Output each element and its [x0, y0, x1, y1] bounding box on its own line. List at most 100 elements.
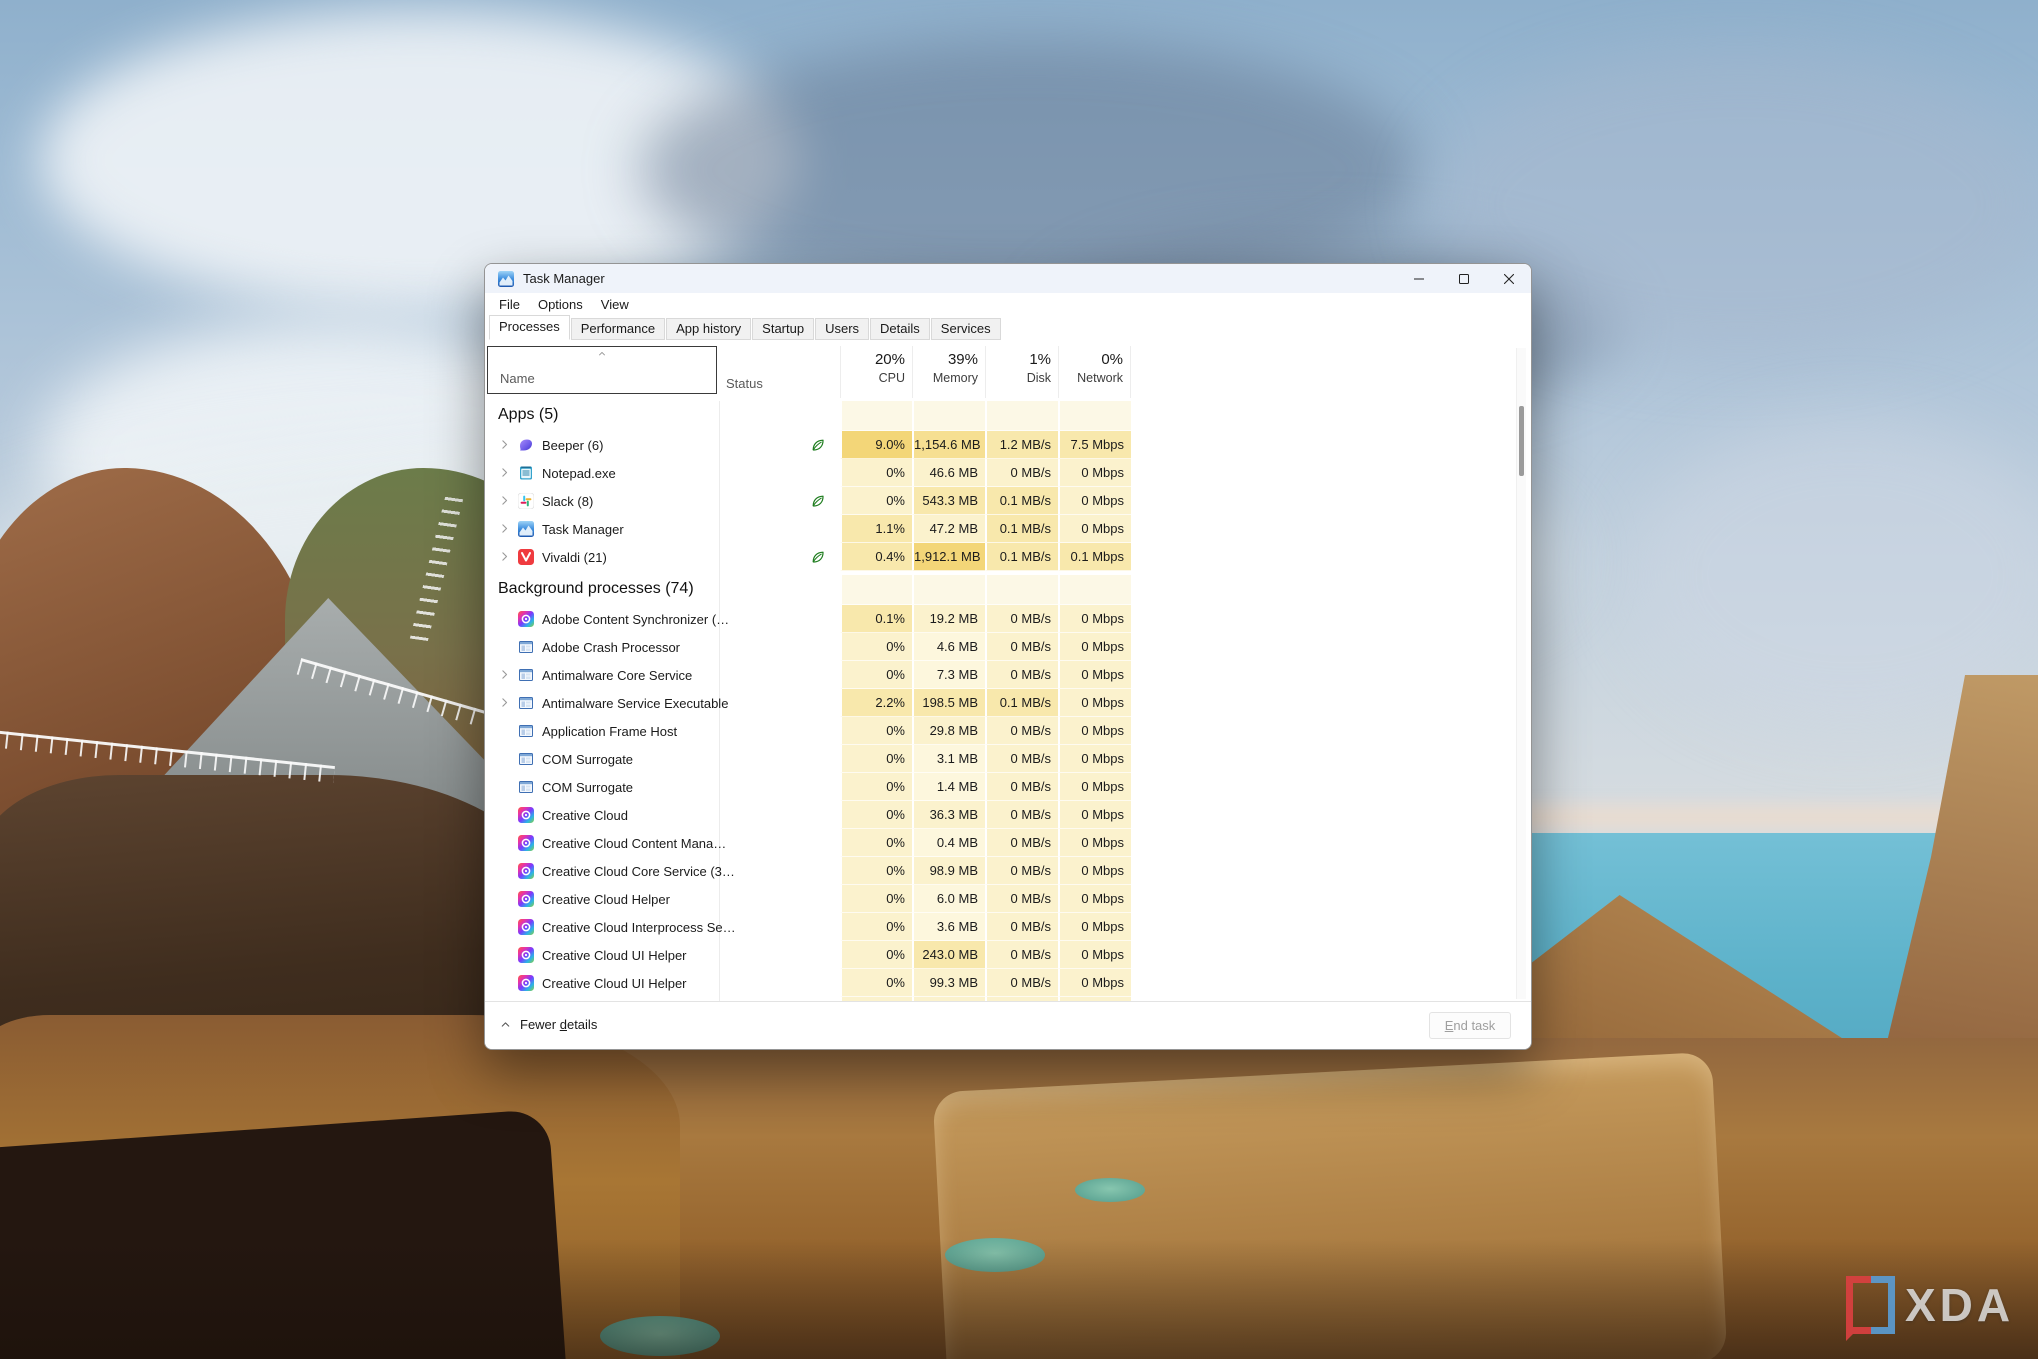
disk-cell: 1.2 MB/s — [985, 431, 1058, 459]
expand-chevron-icon[interactable] — [498, 696, 511, 709]
process-row[interactable]: Antimalware Core Service0%7.3 MB0 MB/s0 … — [485, 661, 1531, 689]
network-cell: 0 Mbps — [1058, 857, 1131, 885]
generic-icon — [518, 751, 534, 767]
cpu-cell — [840, 401, 912, 431]
network-cell — [1058, 401, 1131, 431]
total-network-percent: 0% — [1059, 351, 1123, 368]
process-name: Creative Cloud — [542, 808, 628, 823]
scrollbar-thumb[interactable] — [1519, 406, 1524, 476]
cpu-cell: 0.1% — [840, 605, 912, 633]
process-row[interactable]: Creative Cloud Core Service (3…0%98.9 MB… — [485, 857, 1531, 885]
cpu-cell: 0% — [840, 633, 912, 661]
close-button[interactable] — [1486, 264, 1531, 293]
tab-performance[interactable]: Performance — [571, 318, 665, 340]
network-column-label: Network — [1059, 371, 1123, 385]
tab-processes[interactable]: Processes — [489, 315, 570, 340]
eco-leaf-icon — [810, 493, 826, 509]
cc-icon — [518, 975, 534, 991]
minimize-button[interactable] — [1396, 264, 1441, 293]
cpu-column-label: CPU — [841, 371, 905, 385]
process-row[interactable]: Creative Cloud Interprocess Se…0%3.6 MB0… — [485, 913, 1531, 941]
network-cell: 0 Mbps — [1058, 885, 1131, 913]
expand-chevron-icon[interactable] — [498, 550, 511, 563]
slack-icon — [518, 493, 534, 509]
notepad-icon — [518, 465, 534, 481]
menu-item-options[interactable]: Options — [529, 295, 592, 314]
expand-chevron-icon[interactable] — [498, 522, 511, 535]
tab-details[interactable]: Details — [870, 318, 930, 340]
process-row[interactable]: Slack (8)0%543.3 MB0.1 MB/s0 Mbps — [485, 487, 1531, 515]
status-column-label[interactable]: Status — [726, 376, 763, 391]
section-label: Apps (5) — [498, 406, 558, 424]
menu-bar: FileOptionsView — [485, 293, 1531, 316]
tab-services[interactable]: Services — [931, 318, 1001, 340]
process-row[interactable]: Creative Cloud UI Helper0%99.3 MB0 MB/s0… — [485, 969, 1531, 997]
cpu-cell: 2.2% — [840, 689, 912, 717]
process-name: Creative Cloud Helper — [542, 892, 670, 907]
process-row[interactable]: Task Manager1.1%47.2 MB0.1 MB/s0 Mbps — [485, 515, 1531, 543]
process-row[interactable]: Adobe Crash Processor0%4.6 MB0 MB/s0 Mbp… — [485, 633, 1531, 661]
desktop: Task Manager FileOptionsView ProcessesPe… — [0, 0, 2038, 1359]
process-row[interactable]: Adobe Content Synchronizer (…0.1%19.2 MB… — [485, 605, 1531, 633]
process-row[interactable]: Application Frame Host0%29.8 MB0 MB/s0 M… — [485, 717, 1531, 745]
end-task-button[interactable]: End task — [1429, 1012, 1511, 1039]
section-header[interactable]: Apps (5) — [485, 401, 1531, 431]
memory-cell: 3.1 MB — [912, 745, 985, 773]
memory-cell: 1.4 MB — [912, 773, 985, 801]
tab-app-history[interactable]: App history — [666, 318, 751, 340]
network-cell: 0 Mbps — [1058, 745, 1131, 773]
process-row[interactable]: Antimalware Service Executable2.2%198.5 … — [485, 689, 1531, 717]
usage-cells: 0%46.6 MB0 MB/s0 Mbps — [840, 459, 1131, 487]
menu-item-view[interactable]: View — [592, 295, 638, 314]
disk-cell: 0 MB/s — [985, 661, 1058, 689]
expand-chevron-icon[interactable] — [498, 668, 511, 681]
process-row[interactable]: Beeper (6)9.0%1,154.6 MB1.2 MB/s7.5 Mbps — [485, 431, 1531, 459]
xda-watermark: XDA — [1846, 1276, 2014, 1334]
cc-icon — [518, 807, 534, 823]
usage-cells — [840, 401, 1131, 431]
process-row[interactable]: COM Surrogate0%3.1 MB0 MB/s0 Mbps — [485, 745, 1531, 773]
fewer-details-toggle[interactable]: Fewer details — [499, 1017, 597, 1032]
section-label: Background processes (74) — [498, 580, 694, 598]
process-row[interactable]: Creative Cloud0%36.3 MB0 MB/s0 Mbps — [485, 801, 1531, 829]
process-name: Slack (8) — [542, 494, 593, 509]
expand-chevron-icon[interactable] — [498, 438, 511, 451]
column-header-disk[interactable]: 1%Disk — [985, 346, 1058, 398]
process-name: Creative Cloud Content Mana… — [542, 836, 726, 851]
column-header-name[interactable]: Name — [487, 346, 717, 394]
tab-users[interactable]: Users — [815, 318, 869, 340]
expand-chevron-icon[interactable] — [498, 494, 511, 507]
process-row[interactable]: Vivaldi (21)0.4%1,912.1 MB0.1 MB/s0.1 Mb… — [485, 543, 1531, 571]
process-row[interactable]: Creative Cloud Content Mana…0%0.4 MB0 MB… — [485, 829, 1531, 857]
total-memory-percent: 39% — [913, 351, 978, 368]
title-bar[interactable]: Task Manager — [485, 264, 1531, 293]
network-cell: 0 Mbps — [1058, 459, 1131, 487]
column-header-memory[interactable]: 39%Memory — [912, 346, 985, 398]
bottom-shade — [0, 1239, 2038, 1359]
tab-startup[interactable]: Startup — [752, 318, 814, 340]
cpu-cell: 0% — [840, 773, 912, 801]
process-row[interactable]: COM Surrogate0%1.4 MB0 MB/s0 Mbps — [485, 773, 1531, 801]
expand-chevron-icon[interactable] — [498, 466, 511, 479]
memory-cell: 0.4 MB — [912, 829, 985, 857]
column-header-network[interactable]: 0% Network — [1058, 346, 1131, 398]
maximize-button[interactable] — [1441, 264, 1486, 293]
cpu-cell: 0% — [840, 717, 912, 745]
network-cell — [1058, 575, 1131, 605]
memory-cell: 36.3 MB — [912, 801, 985, 829]
network-cell: 7.5 Mbps — [1058, 431, 1131, 459]
usage-cells: 1.1%47.2 MB0.1 MB/s0 Mbps — [840, 515, 1131, 543]
menu-item-file[interactable]: File — [490, 295, 529, 314]
section-header[interactable]: Background processes (74) — [485, 575, 1531, 605]
network-cell: 0 Mbps — [1058, 661, 1131, 689]
cc-icon — [518, 835, 534, 851]
memory-cell: 47.2 MB — [912, 515, 985, 543]
process-row[interactable]: Creative Cloud UI Helper0%243.0 MB0 MB/s… — [485, 941, 1531, 969]
minimize-icon — [1413, 273, 1425, 285]
process-row[interactable]: Notepad.exe0%46.6 MB0 MB/s0 Mbps — [485, 459, 1531, 487]
column-header-cpu[interactable]: 20%CPU — [840, 346, 912, 398]
cpu-cell: 0.4% — [840, 543, 912, 571]
process-name: Application Frame Host — [542, 724, 677, 739]
process-row[interactable]: Creative Cloud Helper0%6.0 MB0 MB/s0 Mbp… — [485, 885, 1531, 913]
network-cell: 0 Mbps — [1058, 969, 1131, 997]
